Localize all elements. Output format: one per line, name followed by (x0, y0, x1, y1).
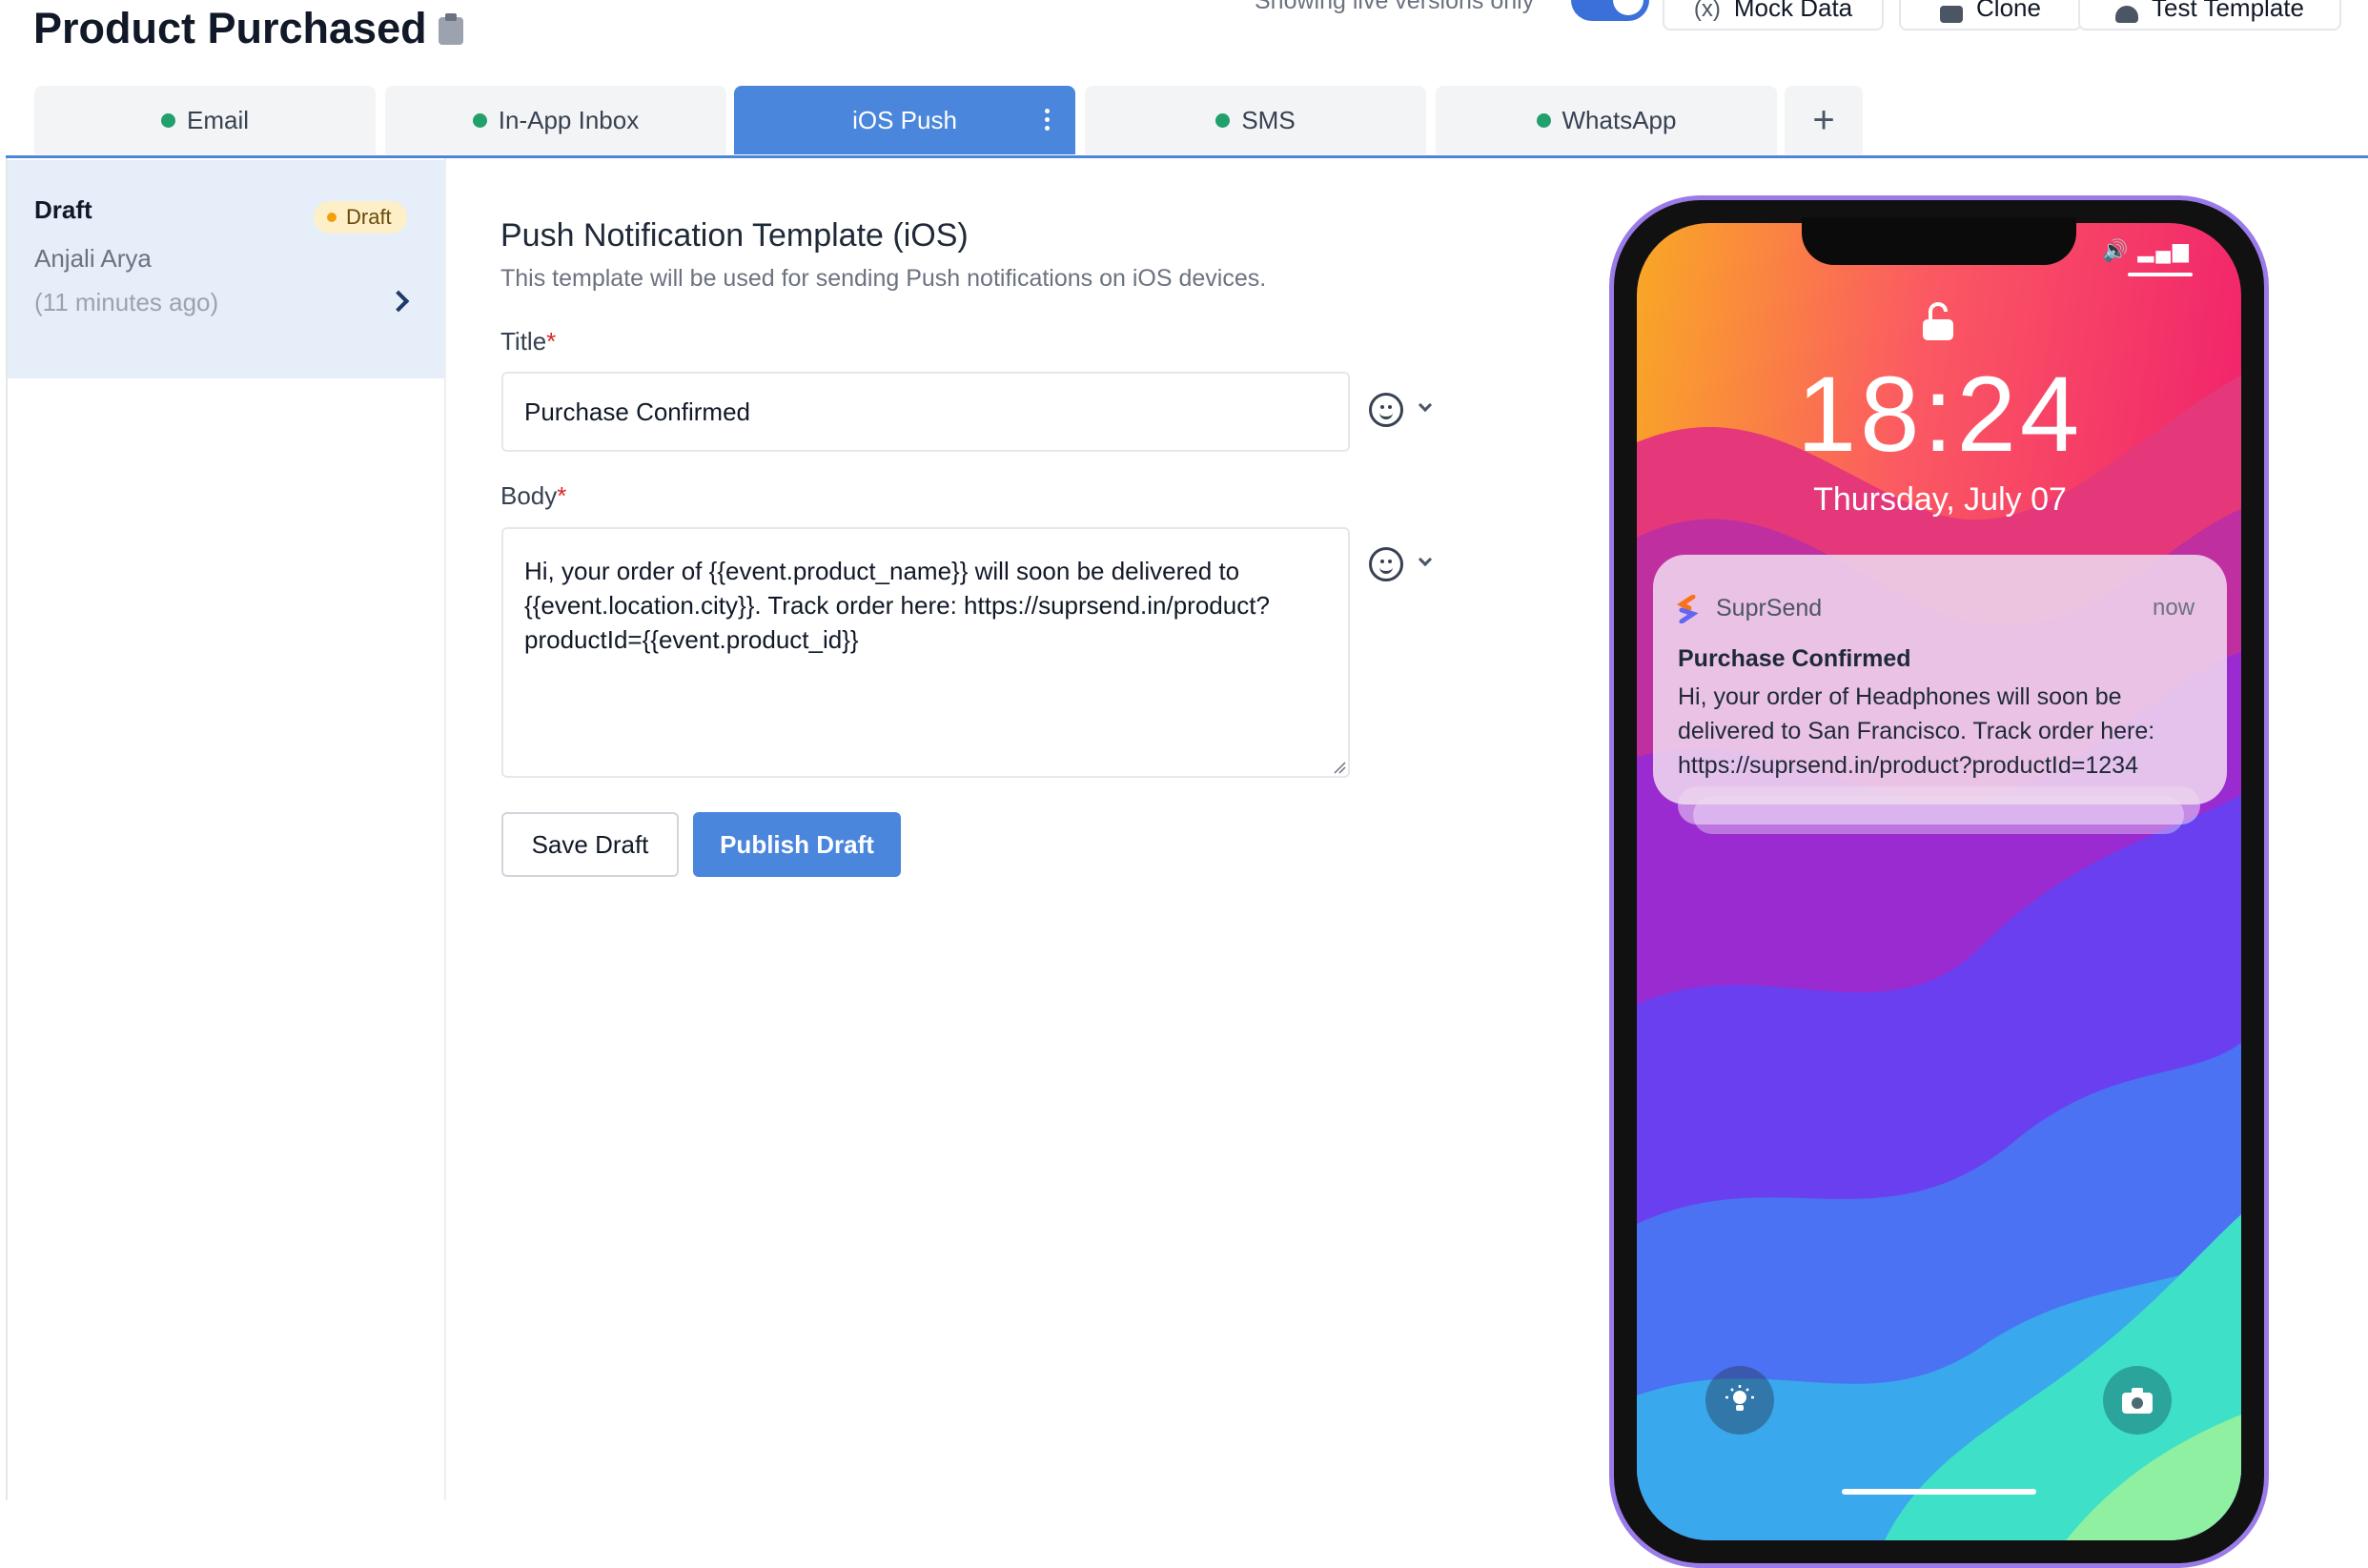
body-textarea[interactable]: Hi, your order of {{event.product_name}}… (501, 527, 1350, 778)
mock-data-button[interactable]: (x) Mock Data (1663, 0, 1884, 31)
status-dot (1536, 112, 1551, 128)
add-channel-button[interactable]: + (1785, 86, 1863, 154)
clone-button[interactable]: Clone (1899, 0, 2082, 31)
live-versions-toggle[interactable] (1571, 0, 1649, 21)
tab-sms[interactable]: SMS (1085, 86, 1426, 154)
suprsend-logo-icon (1677, 595, 1699, 623)
tab-whatsapp[interactable]: WhatsApp (1436, 86, 1777, 154)
control-center-indicator (2128, 273, 2193, 276)
tab-email[interactable]: Email (34, 86, 376, 154)
form-subheading: This template will be used for sending P… (500, 265, 1267, 292)
notification-app-name: SuprSend (1716, 595, 1823, 621)
status-bar-icons: 🔊 ▂▄▆ (2102, 238, 2191, 262)
version-author: Anjali Arya (34, 244, 152, 273)
notification-title: Purchase Confirmed (1678, 645, 1911, 672)
status-dot (1215, 112, 1231, 128)
phone-notch (1802, 217, 2076, 265)
tab-underline (6, 155, 2368, 158)
panel-divider (444, 158, 446, 1500)
title-input[interactable]: Purchase Confirmed (501, 372, 1350, 452)
camera-icon (2103, 1366, 2172, 1435)
live-versions-label: Showing live versions only (1255, 0, 1535, 14)
user-icon (2115, 6, 2139, 23)
test-template-button[interactable]: Test Template (2078, 0, 2341, 31)
notification-time: now (2153, 595, 2195, 621)
chevron-down-icon[interactable] (1418, 397, 1433, 413)
clipboard-icon[interactable] (438, 13, 464, 46)
resize-handle-icon[interactable] (1333, 761, 1346, 774)
home-indicator (1842, 1489, 2036, 1495)
lock-screen-date: Thursday, July 07 (1813, 481, 2067, 518)
unlock-icon (1923, 302, 1953, 340)
page-title: Product Purchased (33, 4, 427, 52)
notification-body: Hi, your order of Headphones will soon b… (1678, 683, 2155, 779)
flashlight-icon (1705, 1366, 1774, 1435)
variable-icon: (x) (1693, 0, 1721, 22)
title-label: Title* (500, 327, 557, 356)
badge-dot (327, 213, 337, 222)
version-time: (11 minutes ago) (34, 288, 219, 316)
tab-in-app-inbox[interactable]: In-App Inbox (385, 86, 726, 154)
form-heading: Push Notification Template (iOS) (500, 217, 969, 254)
emoji-icon[interactable] (1369, 547, 1403, 581)
tab-ios-push[interactable]: iOS Push (734, 86, 1075, 154)
plus-icon: + (1812, 98, 1835, 141)
lock-screen-time: 18:24 (1796, 355, 2084, 474)
status-dot (160, 112, 175, 128)
emoji-icon[interactable] (1369, 393, 1403, 427)
save-draft-button[interactable]: Save Draft (501, 812, 679, 877)
body-label: Body* (500, 481, 567, 510)
version-title: Draft (34, 195, 92, 224)
more-vertical-icon[interactable] (1045, 109, 1051, 134)
copy-icon (1940, 6, 1964, 23)
chevron-down-icon[interactable] (1418, 552, 1433, 567)
status-badge: Draft (314, 201, 407, 234)
status-dot (472, 112, 487, 128)
publish-draft-button[interactable]: Publish Draft (693, 812, 901, 877)
